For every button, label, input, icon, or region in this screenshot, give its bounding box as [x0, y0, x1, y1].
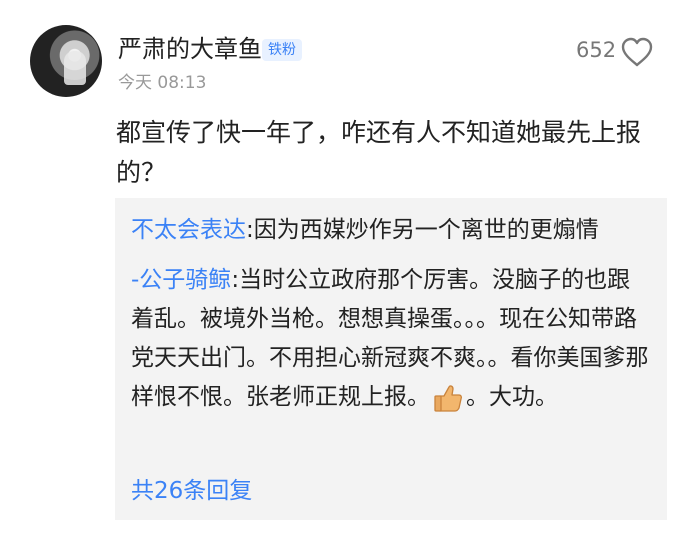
reply-separator: :	[246, 217, 254, 243]
username[interactable]: 严肃的大章鱼	[118, 34, 262, 64]
heart-icon[interactable]	[620, 36, 654, 68]
avatar[interactable]	[30, 25, 102, 97]
reply-author[interactable]: -公子骑鲸	[131, 267, 231, 293]
reply-text: 因为西媒炒作另一个离世的更煽情	[253, 217, 599, 243]
comment-time: 今天 08:13	[118, 73, 207, 93]
view-more-replies-link[interactable]: 共26条回复	[131, 476, 252, 506]
reply-author[interactable]: 不太会表达	[131, 217, 246, 243]
thumbs-up-icon	[434, 384, 463, 412]
like-count: 652	[576, 38, 617, 62]
replies-box: 不太会表达:因为西媒炒作另一个离世的更煽情 -公子骑鲸:当时公立政府那个厉害。没…	[115, 198, 667, 520]
reply-item: 不太会表达:因为西媒炒作另一个离世的更煽情	[131, 212, 651, 248]
comment-text: 都宣传了快一年了，咋还有人不知道她最先上报的？	[116, 118, 642, 187]
reply-item: -公子骑鲸:当时公立政府那个厉害。没脑子的也跟着乱。被境外当枪。想想真操蛋。。。…	[131, 261, 651, 417]
reply-separator: :	[231, 267, 240, 293]
fan-badge: 铁粉	[262, 39, 302, 61]
reply-text-end: 。大功。	[466, 384, 558, 410]
